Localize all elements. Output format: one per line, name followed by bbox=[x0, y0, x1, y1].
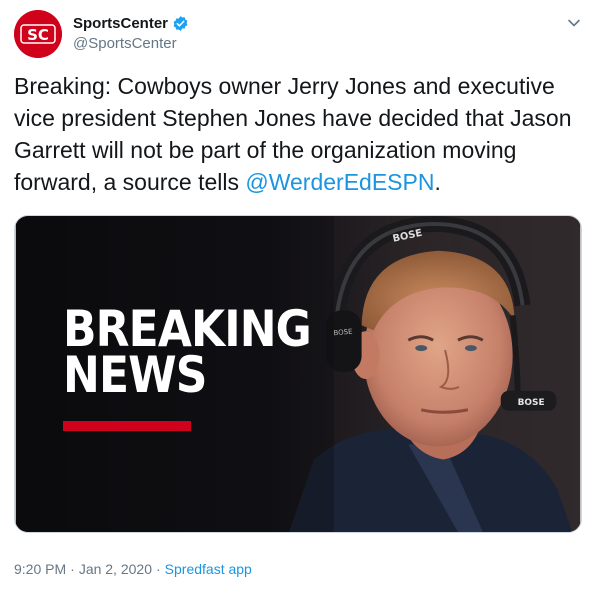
headline-line-2: NEWS bbox=[63, 346, 207, 404]
tweet-card: SC SportsCenter @SportsCenter Breaking: … bbox=[0, 0, 601, 597]
mention-link[interactable]: @WerderEdESPN bbox=[245, 169, 434, 195]
verified-badge-icon bbox=[172, 15, 189, 32]
chevron-down-icon[interactable] bbox=[567, 16, 581, 30]
avatar[interactable]: SC bbox=[14, 10, 62, 58]
tweet-time[interactable]: 9:20 PM bbox=[14, 561, 66, 577]
meta-separator: · bbox=[70, 561, 75, 577]
breaking-news-headline: BREAKING NEWS bbox=[63, 304, 312, 404]
user-handle[interactable]: @SportsCenter bbox=[73, 35, 177, 52]
tweet-date[interactable]: Jan 2, 2020 bbox=[79, 561, 152, 577]
sportscenter-logo-icon: SC bbox=[14, 10, 62, 58]
headline-underline-bar bbox=[63, 421, 191, 431]
tweet-text: Breaking: Cowboys owner Jerry Jones and … bbox=[14, 70, 584, 198]
avatar-logo-text: SC bbox=[27, 26, 49, 44]
headset-cup-brand: BOSE bbox=[333, 328, 353, 338]
name-row: SportsCenter bbox=[73, 15, 189, 32]
tweet-source-link[interactable]: Spredfast app bbox=[165, 561, 252, 577]
meta-separator: · bbox=[155, 561, 161, 577]
tweet-media-image[interactable]: BOSE BOSE BOSE BREAKING NEWS bbox=[14, 215, 582, 533]
tweet-metadata: 9:20 PM · Jan 2, 2020 · Spredfast app bbox=[14, 561, 252, 577]
mic-brand: BOSE bbox=[518, 398, 545, 408]
display-name[interactable]: SportsCenter bbox=[73, 15, 168, 32]
tweet-text-end: . bbox=[434, 169, 441, 195]
